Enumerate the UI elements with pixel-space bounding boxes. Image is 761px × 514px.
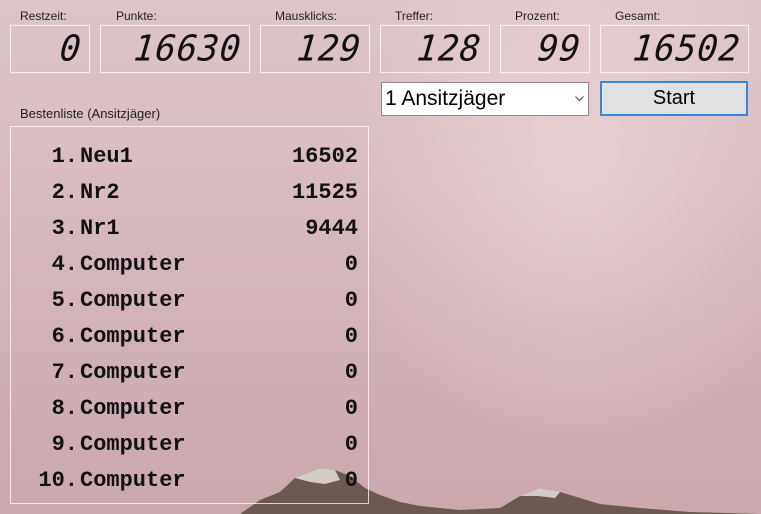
list-item: 7. Computer 0 bbox=[18, 354, 363, 390]
background-sky bbox=[300, 0, 761, 514]
list-item: 3. Nr1 9444 bbox=[18, 210, 363, 246]
prozent-label: Prozent: bbox=[515, 9, 560, 23]
prozent-display: 99 bbox=[500, 24, 590, 74]
list-item: 5. Computer 0 bbox=[18, 282, 363, 318]
list-item: 9. Computer 0 bbox=[18, 426, 363, 462]
player-name: Computer bbox=[80, 287, 186, 313]
restzeit-value: 0 bbox=[57, 28, 84, 70]
list-item: 1. Neu1 16502 bbox=[18, 138, 363, 174]
list-item: 8. Computer 0 bbox=[18, 390, 363, 426]
player-name: Computer bbox=[80, 359, 186, 385]
treffer-label: Treffer: bbox=[395, 9, 434, 23]
treffer-display: 128 bbox=[380, 24, 490, 74]
player-points: 0 bbox=[344, 395, 358, 421]
leaderboard-title: Bestenliste (Ansitzjäger) bbox=[20, 106, 161, 121]
treffer-value: 128 bbox=[414, 28, 484, 70]
chevron-down-icon[interactable] bbox=[570, 83, 588, 115]
leaderboard-list: 1. Neu1 16502 2. Nr2 11525 3. Nr1 9444 4. Compu… bbox=[18, 138, 363, 498]
rank: 6. bbox=[51, 323, 78, 349]
rank: 10. bbox=[38, 467, 78, 493]
player-points: 0 bbox=[344, 467, 358, 493]
mausklicks-display: 129 bbox=[260, 24, 370, 74]
mode-select-value: 1 Ansitzjäger bbox=[385, 87, 506, 110]
gesamt-display: 16502 bbox=[600, 24, 749, 74]
player-points: 0 bbox=[344, 251, 358, 277]
player-name: Nr1 bbox=[80, 215, 120, 241]
player-points: 0 bbox=[344, 287, 358, 313]
rank: 5. bbox=[51, 287, 78, 313]
rank: 7. bbox=[51, 359, 78, 385]
player-points: 0 bbox=[344, 359, 358, 385]
start-button[interactable]: Start bbox=[600, 81, 748, 116]
rank: 9. bbox=[51, 431, 78, 457]
mode-select[interactable]: 1 Ansitzjäger bbox=[381, 82, 589, 116]
rank: 8. bbox=[51, 395, 78, 421]
punkte-label: Punkte: bbox=[116, 9, 157, 23]
restzeit-display: 0 bbox=[10, 24, 90, 74]
player-name: Computer bbox=[80, 395, 186, 421]
restzeit-label: Restzeit: bbox=[20, 9, 67, 23]
player-points: 9444 bbox=[305, 215, 358, 241]
list-item: 4. Computer 0 bbox=[18, 246, 363, 282]
mausklicks-value: 129 bbox=[294, 28, 364, 70]
rank: 3. bbox=[51, 215, 78, 241]
mausklicks-label: Mausklicks: bbox=[275, 9, 338, 23]
player-name: Nr2 bbox=[80, 179, 120, 205]
gesamt-label: Gesamt: bbox=[615, 9, 661, 23]
player-name: Computer bbox=[80, 431, 186, 457]
player-points: 16502 bbox=[291, 143, 358, 169]
rank: 4. bbox=[51, 251, 78, 277]
gesamt-value: 16502 bbox=[630, 28, 743, 70]
rank: 1. bbox=[51, 143, 78, 169]
player-points: 11525 bbox=[291, 179, 358, 205]
list-item: 10. Computer 0 bbox=[18, 462, 363, 498]
player-points: 0 bbox=[344, 323, 358, 349]
list-item: 2. Nr2 11525 bbox=[18, 174, 363, 210]
prozent-value: 99 bbox=[535, 28, 584, 70]
player-name: Computer bbox=[80, 251, 186, 277]
punkte-display: 16630 bbox=[100, 24, 250, 74]
player-name: Computer bbox=[80, 323, 186, 349]
player-points: 0 bbox=[344, 431, 358, 457]
list-item: 6. Computer 0 bbox=[18, 318, 363, 354]
player-name: Computer bbox=[80, 467, 186, 493]
player-name: Neu1 bbox=[80, 143, 133, 169]
punkte-value: 16630 bbox=[131, 28, 244, 70]
rank: 2. bbox=[51, 179, 78, 205]
